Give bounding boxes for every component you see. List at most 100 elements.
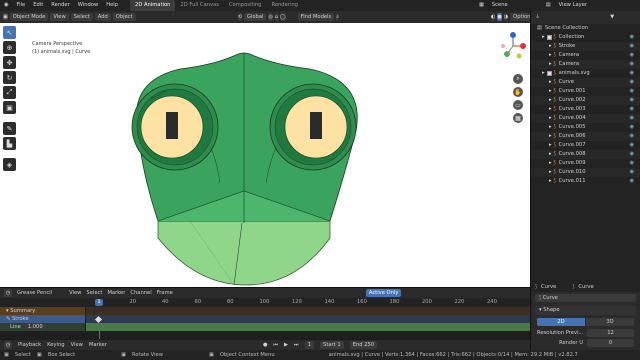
zoom-icon[interactable]: ⌕ bbox=[513, 74, 523, 84]
menu-object[interactable]: Object bbox=[112, 13, 136, 21]
move-tool-icon[interactable]: ✥ bbox=[3, 56, 16, 69]
props-tab-2[interactable]: Curve bbox=[578, 284, 593, 290]
outliner-item[interactable]: ▸ ⟆ Curve.004 ◉ bbox=[531, 114, 640, 123]
expand-arrow-icon[interactable]: ▸ bbox=[549, 87, 552, 96]
transform-tool-icon[interactable]: ▣ bbox=[3, 101, 16, 114]
pivot-icon[interactable]: ◎ bbox=[268, 13, 273, 21]
current-frame-field[interactable]: 1 bbox=[304, 341, 315, 349]
expand-arrow-icon[interactable]: ▸ bbox=[549, 132, 552, 141]
grid-icon[interactable]: ▦ bbox=[513, 113, 523, 123]
visibility-eye-icon[interactable]: ◉ bbox=[629, 87, 634, 96]
overlay-icon[interactable]: ◐ bbox=[491, 13, 496, 21]
outliner-item[interactable]: ▸ ⟆ Camera ◉ bbox=[531, 51, 640, 60]
expand-arrow-icon[interactable]: ▸ bbox=[542, 69, 545, 78]
scene-selector[interactable]: Scene bbox=[488, 0, 512, 11]
mode-selector[interactable]: Object Mode bbox=[9, 13, 49, 21]
visibility-eye-icon[interactable]: ◉ bbox=[629, 141, 634, 150]
jump-end-icon[interactable]: ⏭ bbox=[294, 342, 299, 349]
outliner-item[interactable]: ▸ ⟆ Curve.006 ◉ bbox=[531, 132, 640, 141]
play-icon[interactable]: ▶ bbox=[284, 342, 288, 348]
record-icon[interactable]: ● bbox=[263, 342, 268, 348]
expand-arrow-icon[interactable]: ▸ bbox=[549, 177, 552, 186]
render-u-field[interactable]: 0 bbox=[587, 339, 634, 347]
blender-logo-icon[interactable]: ◉ bbox=[0, 0, 13, 11]
scale-tool-icon[interactable]: ⤢ bbox=[3, 86, 16, 99]
outliner-item[interactable]: ▸ ⟆ Collection ◉ bbox=[531, 33, 640, 42]
playback-marker-menu[interactable]: Marker bbox=[89, 342, 107, 348]
timeline-menu-marker[interactable]: Marker bbox=[107, 290, 125, 296]
timeline-menu-view[interactable]: View bbox=[69, 290, 81, 296]
expand-arrow-icon[interactable]: ▸ bbox=[549, 141, 552, 150]
expand-arrow-icon[interactable]: ▸ bbox=[549, 168, 552, 177]
camera-view-icon[interactable]: ▭ bbox=[513, 100, 523, 110]
outliner-item[interactable]: ▸ ⟆ Curve.002 ◉ bbox=[531, 96, 640, 105]
expand-arrow-icon[interactable]: ▸ bbox=[549, 60, 552, 69]
playback-menu[interactable]: Playback bbox=[18, 342, 41, 348]
axis-gizmo-icon[interactable] bbox=[497, 30, 529, 66]
line-opacity-field[interactable]: 1.000 bbox=[24, 323, 46, 331]
visibility-eye-icon[interactable]: ◉ bbox=[629, 168, 634, 177]
outliner-item[interactable]: ▸ ⟆ Curve.009 ◉ bbox=[531, 159, 640, 168]
outliner-filter-icon[interactable]: ▼ bbox=[610, 13, 614, 22]
select-box-tool-icon[interactable]: ↖ bbox=[3, 26, 16, 39]
tab-compositing[interactable]: Compositing bbox=[224, 0, 267, 11]
visibility-eye-icon[interactable]: ◉ bbox=[629, 150, 634, 159]
orientation-selector[interactable]: Global bbox=[243, 13, 267, 21]
expand-arrow-icon[interactable]: ▸ bbox=[549, 114, 552, 123]
menu-edit[interactable]: Edit bbox=[29, 0, 47, 11]
visibility-eye-icon[interactable]: ◉ bbox=[629, 78, 634, 87]
datablock-field[interactable]: ⟆ Curve bbox=[535, 294, 636, 302]
jump-start-icon[interactable]: ⏮ bbox=[273, 342, 278, 349]
tab-2d-animation[interactable]: 2D Animation bbox=[130, 0, 176, 11]
menu-window[interactable]: Window bbox=[74, 0, 102, 11]
expand-arrow-icon[interactable]: ▸ bbox=[549, 42, 552, 51]
menu-view[interactable]: View bbox=[50, 13, 69, 21]
outliner-item[interactable]: ▸ ⟆ Curve.011 ◉ bbox=[531, 177, 640, 186]
dim-3d-button[interactable]: 3D bbox=[586, 318, 634, 326]
visibility-eye-icon[interactable]: ◉ bbox=[629, 105, 634, 114]
visibility-eye-icon[interactable]: ◉ bbox=[629, 60, 634, 69]
timeline-menu-channel[interactable]: Channel bbox=[130, 290, 151, 296]
expand-arrow-icon[interactable]: ▸ bbox=[549, 96, 552, 105]
snap-icon[interactable]: ⌂ bbox=[274, 13, 279, 21]
timeline-editor-icon[interactable]: ◷ bbox=[4, 289, 12, 297]
outliner-item[interactable]: ▸ ⟆ Curve.005 ◉ bbox=[531, 123, 640, 132]
menu-add[interactable]: Add bbox=[94, 13, 111, 21]
visibility-eye-icon[interactable]: ◉ bbox=[629, 123, 634, 132]
visibility-eye-icon[interactable]: ◉ bbox=[629, 159, 634, 168]
visibility-checkbox[interactable] bbox=[546, 71, 552, 76]
summary-channel[interactable]: ▾ Summary bbox=[0, 307, 85, 315]
visibility-checkbox[interactable] bbox=[546, 35, 552, 40]
end-frame-field[interactable]: End 250 bbox=[349, 341, 378, 349]
expand-arrow-icon[interactable]: ▸ bbox=[542, 33, 545, 42]
timeline-mode-selector[interactable]: Grease Pencil bbox=[17, 290, 52, 296]
shape-section-header[interactable]: ▾ Shape bbox=[535, 306, 636, 315]
resolution-field[interactable]: 12 bbox=[587, 329, 634, 337]
proportional-icon[interactable]: ◯ bbox=[280, 13, 286, 21]
current-frame-indicator[interactable]: 1 bbox=[95, 299, 103, 306]
active-only-toggle[interactable]: Active Only bbox=[365, 289, 402, 297]
visibility-eye-icon[interactable]: ◉ bbox=[629, 33, 634, 42]
menu-help[interactable]: Help bbox=[102, 0, 122, 11]
visibility-eye-icon[interactable]: ◉ bbox=[629, 114, 634, 123]
editor-type-icon[interactable]: ▣ bbox=[3, 13, 8, 21]
pan-hand-icon[interactable]: ✋ bbox=[513, 87, 523, 97]
filter-icon[interactable]: ⏚ bbox=[535, 13, 540, 22]
outliner-item[interactable]: ▸ ⟆ animals.svg ◉ bbox=[531, 69, 640, 78]
outliner-item[interactable]: ▸ ⟆ Curve.007 ◉ bbox=[531, 141, 640, 150]
shading-material-icon[interactable]: ◑ bbox=[503, 13, 509, 21]
annotate-tool-icon[interactable]: ✎ bbox=[3, 122, 16, 135]
add-cube-tool-icon[interactable]: ◈ bbox=[3, 158, 16, 171]
dim-2d-button[interactable]: 2D bbox=[537, 318, 585, 326]
outliner-item[interactable]: ▸ ⟆ Curve.003 ◉ bbox=[531, 105, 640, 114]
shading-solid-icon[interactable]: ● bbox=[497, 13, 502, 21]
tab-rendering[interactable]: Rendering bbox=[266, 0, 303, 11]
playback-editor-icon[interactable]: ◷ bbox=[4, 341, 12, 349]
visibility-eye-icon[interactable]: ◉ bbox=[629, 132, 634, 141]
visibility-eye-icon[interactable]: ◉ bbox=[629, 96, 634, 105]
frame-ruler[interactable]: 020406080100120140160180200220240 1 bbox=[0, 298, 530, 307]
menu-file[interactable]: File bbox=[13, 0, 30, 11]
visibility-eye-icon[interactable]: ◉ bbox=[629, 177, 634, 186]
scene-collection-row[interactable]: ▤ Scene Collection bbox=[531, 24, 640, 33]
measure-tool-icon[interactable]: ▙ bbox=[3, 137, 16, 150]
